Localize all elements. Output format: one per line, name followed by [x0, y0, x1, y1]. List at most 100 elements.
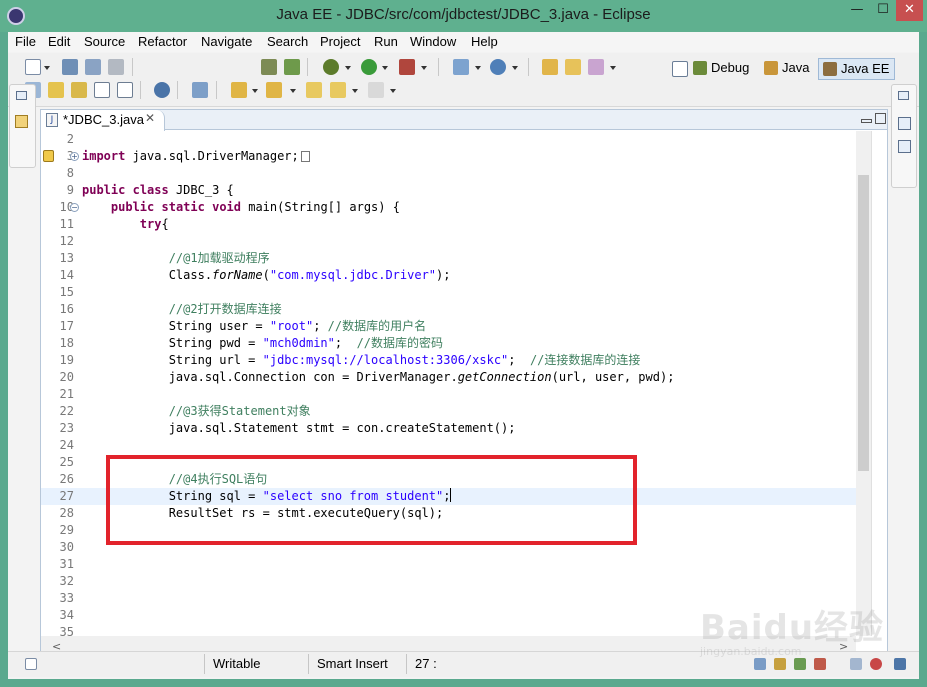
external-tools-dropdown-icon[interactable]	[421, 66, 427, 70]
minimize-button[interactable]: —	[844, 0, 870, 21]
perspective-javaee[interactable]: Java EE	[818, 58, 896, 80]
forward-dropdown-icon[interactable]	[390, 89, 396, 93]
fold-toggle-icon[interactable]: −	[70, 203, 79, 212]
run-dropdown-icon[interactable]	[382, 66, 388, 70]
line-number: 13	[59, 251, 74, 265]
open-task-icon[interactable]	[565, 59, 581, 75]
tab-jdbc3-java[interactable]: J *JDBC_3.java ✕	[41, 110, 165, 131]
external-tools-icon[interactable]	[399, 59, 415, 75]
build-icon[interactable]	[261, 59, 277, 75]
code-line[interactable]: 3+import java.sql.DriverManager;	[41, 148, 887, 165]
debug-icon[interactable]	[323, 59, 339, 75]
print-icon[interactable]	[108, 59, 124, 75]
code-line[interactable]: 32	[41, 573, 887, 590]
code-line[interactable]: 11 try{	[41, 216, 887, 233]
menu-run[interactable]: Run	[374, 34, 398, 49]
menu-window[interactable]: Window	[410, 34, 456, 49]
code-area[interactable]: 23+import java.sql.DriverManager;89publi…	[41, 131, 887, 636]
save-all-icon[interactable]	[85, 59, 101, 75]
show-whitespace-icon[interactable]	[117, 82, 133, 98]
web-browser-icon[interactable]	[154, 82, 170, 98]
restore-icon[interactable]	[898, 91, 909, 100]
save-icon[interactable]	[62, 59, 78, 75]
next-annotation-icon[interactable]	[231, 82, 247, 98]
comment-token: //@2打开数据库连接	[168, 302, 282, 316]
previous-annotation-dropdown-icon[interactable]	[290, 89, 296, 93]
line-number: 11	[59, 217, 74, 231]
menu-project[interactable]: Project	[320, 34, 360, 49]
perspective-java[interactable]: Java	[760, 58, 814, 80]
maximize-editor-icon[interactable]	[875, 113, 886, 124]
code-line[interactable]: 2	[41, 131, 887, 148]
code-line[interactable]: 23 java.sql.Statement stmt = con.createS…	[41, 420, 887, 437]
back-icon[interactable]	[330, 82, 346, 98]
menu-refactor[interactable]: Refactor	[138, 34, 187, 49]
new-server-icon[interactable]	[453, 59, 469, 75]
new-class-dropdown-icon[interactable]	[512, 66, 518, 70]
new-server-dropdown-icon[interactable]	[475, 66, 481, 70]
debug-dropdown-icon[interactable]	[345, 66, 351, 70]
code-line[interactable]: 14 Class.forName("com.mysql.jdbc.Driver"…	[41, 267, 887, 284]
toolbar-separator	[140, 81, 141, 99]
code-line[interactable]: 16 //@2打开数据库连接	[41, 301, 887, 318]
code-line[interactable]: 22 //@3获得Statement对象	[41, 403, 887, 420]
pin-editor-icon[interactable]	[192, 82, 208, 98]
next-annotation-dropdown-icon[interactable]	[252, 89, 258, 93]
code-line[interactable]: 13 //@1加载驱动程序	[41, 250, 887, 267]
fold-toggle-icon[interactable]: +	[70, 152, 79, 161]
menu-edit[interactable]: Edit	[48, 34, 70, 49]
open-perspective-icon[interactable]	[672, 61, 688, 77]
code-line[interactable]: 24	[41, 437, 887, 454]
warning-marker-icon[interactable]	[43, 150, 54, 162]
code-line[interactable]: 31	[41, 556, 887, 573]
fast-view-icon[interactable]	[25, 658, 37, 670]
vertical-scrollbar[interactable]	[856, 131, 871, 636]
line-number: 25	[59, 455, 74, 469]
server-icon[interactable]	[284, 59, 300, 75]
new-dropdown-icon[interactable]	[44, 66, 50, 70]
status-insert-mode: Smart Insert	[317, 656, 388, 671]
folded-region-icon[interactable]	[300, 151, 310, 162]
search-dropdown-icon[interactable]	[610, 66, 616, 70]
back-dropdown-icon[interactable]	[352, 89, 358, 93]
search-tool-icon[interactable]	[588, 59, 604, 75]
menu-file[interactable]: File	[15, 34, 36, 49]
menu-search[interactable]: Search	[267, 34, 308, 49]
outline-icon[interactable]	[898, 117, 911, 130]
code-token: );	[436, 268, 451, 282]
code-line[interactable]: 17 String user = "root"; //数据库的用户名	[41, 318, 887, 335]
menu-help[interactable]: Help	[471, 34, 498, 49]
code-line[interactable]: 10− public static void main(String[] arg…	[41, 199, 887, 216]
menu-navigate[interactable]: Navigate	[201, 34, 252, 49]
minimize-editor-icon[interactable]	[861, 119, 872, 123]
vertical-scroll-thumb[interactable]	[858, 175, 869, 471]
mark-occurrences-icon[interactable]	[48, 82, 64, 98]
menu-source[interactable]: Source	[84, 34, 125, 49]
restore-icon[interactable]	[16, 91, 27, 100]
package-explorer-icon[interactable]	[15, 115, 28, 128]
code-line[interactable]: 12	[41, 233, 887, 250]
code-line[interactable]: 19 String url = "jdbc:mysql://localhost:…	[41, 352, 887, 369]
close-button[interactable]: ✕	[896, 0, 923, 21]
code-line[interactable]: 18 String pwd = "mch0dmin"; //数据库的密码	[41, 335, 887, 352]
code-line[interactable]: 9 public class JDBC_3 {	[41, 182, 887, 199]
new-class-icon[interactable]	[490, 59, 506, 75]
code-line[interactable]: 8	[41, 165, 887, 182]
code-line[interactable]: 15	[41, 284, 887, 301]
tab-close-icon[interactable]: ✕	[145, 111, 155, 125]
perspective-debug[interactable]: Debug	[689, 58, 754, 80]
task-list-icon[interactable]	[898, 140, 911, 153]
new-icon[interactable]	[25, 59, 41, 75]
code-line[interactable]: 20 java.sql.Connection con = DriverManag…	[41, 369, 887, 386]
run-icon[interactable]	[361, 59, 377, 75]
overview-ruler[interactable]	[871, 131, 887, 636]
block-selection-icon[interactable]	[71, 82, 87, 98]
open-type-icon[interactable]	[542, 59, 558, 75]
word-wrap-icon[interactable]	[94, 82, 110, 98]
previous-annotation-icon[interactable]	[266, 82, 282, 98]
last-edit-location-icon[interactable]	[306, 82, 322, 98]
code-line[interactable]: 21	[41, 386, 887, 403]
forward-icon[interactable]	[368, 82, 384, 98]
maximize-button[interactable]: ☐	[870, 0, 896, 21]
status-separator	[406, 654, 407, 674]
